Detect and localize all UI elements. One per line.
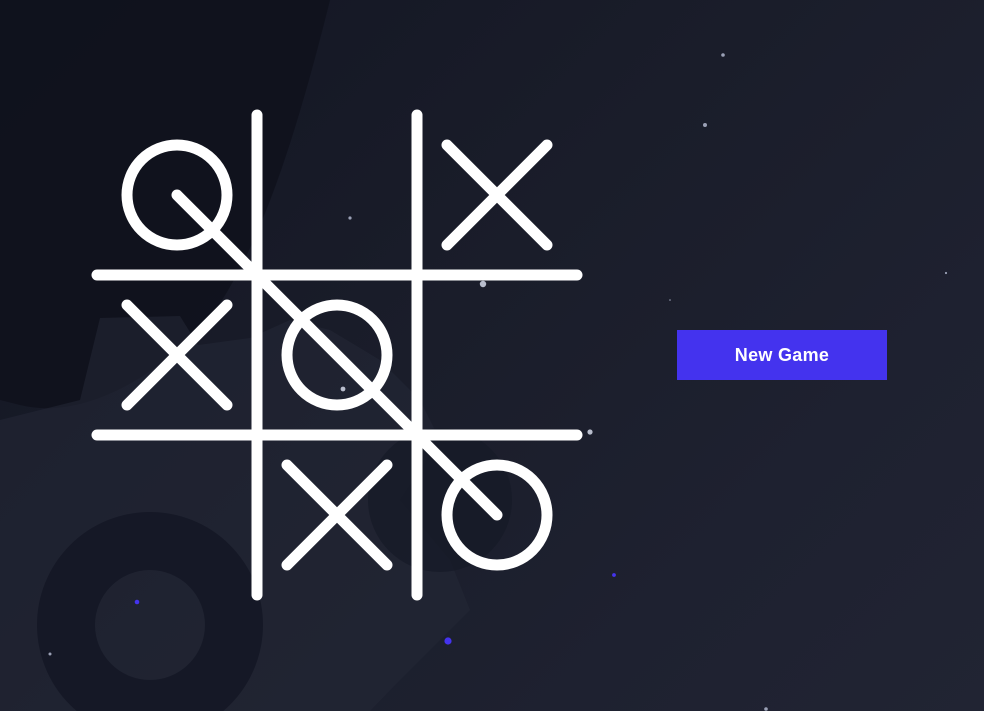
cell-hit-area[interactable] (103, 441, 251, 589)
cell-hit-area[interactable] (423, 281, 571, 429)
board-cell-1-3[interactable] (423, 121, 571, 269)
new-game-button[interactable]: New Game (677, 330, 887, 380)
cell-hit-area[interactable] (263, 121, 411, 269)
board-cell-1-2[interactable] (263, 121, 411, 269)
board-cell-2-3[interactable] (423, 281, 571, 429)
board-cell-3-1[interactable] (103, 441, 251, 589)
board-cell-2-1[interactable] (103, 281, 251, 429)
board-cell-3-2[interactable] (263, 441, 411, 589)
